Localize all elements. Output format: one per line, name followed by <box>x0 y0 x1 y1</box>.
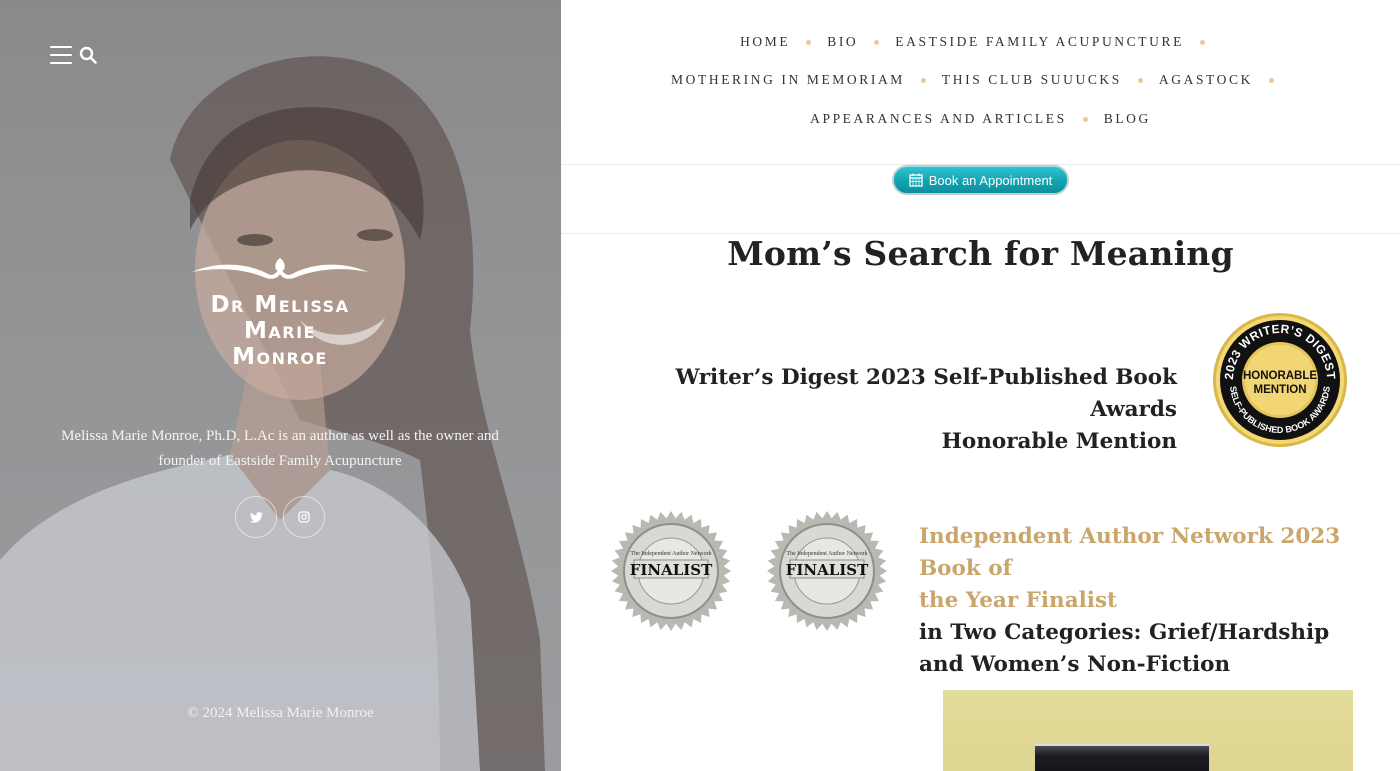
page-title: Mom’s Search for Meaning <box>727 234 1234 273</box>
instagram-link[interactable] <box>283 496 325 538</box>
nav-item-agastock[interactable]: AGASTOCK <box>1159 72 1253 88</box>
book-appointment-label: Book an Appointment <box>928 172 1053 188</box>
award-category-line: in Two Categories: Grief/Hardship <box>919 620 1330 645</box>
instagram-icon <box>298 511 310 523</box>
twitter-link[interactable] <box>235 496 277 538</box>
nav-separator-dot <box>806 39 812 45</box>
nav-separator-dot <box>1199 39 1205 45</box>
sidebar: Dr Melissa Marie Monroe Melissa Marie Mo… <box>0 0 561 771</box>
nav-item-appearances-and-articles[interactable]: APPEARANCES AND ARTICLES <box>810 111 1067 127</box>
nav-item-bio[interactable]: BIO <box>827 34 858 50</box>
author-bio: Melissa Marie Monroe, Ph.D, L.Ac is an a… <box>61 428 499 469</box>
nav-separator-dot <box>920 77 926 83</box>
main-content: HOME BIO EASTSIDE FAMILY ACUPUNCTURE MOT… <box>561 0 1400 771</box>
seal-mid-text: HONORABLE <box>1243 370 1317 382</box>
nav-row: HOME BIO EASTSIDE FAMILY ACUPUNCTURE <box>561 34 1400 50</box>
award-title-line: the Year Finalist <box>919 588 1117 613</box>
finalist-seal-icon: The Independent Author Network FINALIST <box>767 511 887 631</box>
award-title: Writer’s Digest 2023 Self-Published Book… <box>675 365 1177 422</box>
nav-row: MOTHERING IN MEMORIAM THIS CLUB SUUUCKS … <box>561 72 1400 88</box>
award-title-line: Independent Author Network 2023 Book of <box>919 524 1341 581</box>
logo-line: Monroe <box>232 344 328 370</box>
seal-small-text: The Independent Author Network <box>630 551 711 557</box>
seal-small-text: The Independent Author Network <box>786 551 867 557</box>
seal-finalist-text: FINALIST <box>786 561 869 579</box>
nav-item-mothering-in-memoriam[interactable]: MOTHERING IN MEMORIAM <box>671 72 905 88</box>
nav-item-home[interactable]: HOME <box>740 34 790 50</box>
logo-flourish-icon <box>192 258 368 279</box>
seal-finalist-text: FINALIST <box>630 561 713 579</box>
book-photo <box>943 690 1353 771</box>
nav-item-this-club-suuucks[interactable]: THIS CLUB SUUUCKS <box>942 72 1122 88</box>
nav-separator-dot <box>1268 77 1274 83</box>
nav-separator-dot <box>1082 116 1088 122</box>
writers-digest-award-text: Writer’s Digest 2023 Self-Published Book… <box>621 362 1177 458</box>
nav-item-blog[interactable]: BLOG <box>1104 111 1151 127</box>
appointment-bar: Book an Appointment <box>561 165 1400 234</box>
photo-overlay <box>0 0 561 771</box>
seal-mid-text: MENTION <box>1253 384 1306 396</box>
nav-item-eastside-family-acupuncture[interactable]: EASTSIDE FAMILY ACUPUNCTURE <box>895 34 1184 50</box>
book-image <box>1035 744 1209 771</box>
book-appointment-button[interactable]: Book an Appointment <box>893 166 1068 194</box>
social-links <box>235 496 327 538</box>
finalist-seal-icon: The Independent Author Network FINALIST <box>611 511 731 631</box>
award-category-line: and Women’s Non-Fiction <box>919 652 1231 677</box>
nav-row: APPEARANCES AND ARTICLES BLOG <box>561 111 1400 127</box>
award-subtitle: Honorable Mention <box>941 429 1177 454</box>
writers-digest-seal-icon: 2023 WRITER’S DIGEST SELF-PUBLISHED BOOK… <box>1213 313 1347 447</box>
copyright-text: © 2024 Melissa Marie Monroe <box>187 705 374 721</box>
main-nav: HOME BIO EASTSIDE FAMILY ACUPUNCTURE MOT… <box>561 0 1400 165</box>
search-icon[interactable] <box>79 46 97 64</box>
logo-line: Marie <box>244 318 316 344</box>
menu-icon[interactable] <box>50 46 72 64</box>
calendar-icon <box>909 173 923 187</box>
twitter-icon <box>249 511 263 523</box>
nav-separator-dot <box>874 39 880 45</box>
site-logo[interactable]: Dr Melissa Marie Monroe <box>160 292 400 370</box>
logo-line: Dr Melissa <box>210 292 350 318</box>
ian-award-text: Independent Author Network 2023 Book of … <box>919 521 1379 681</box>
nav-separator-dot <box>1137 77 1143 83</box>
